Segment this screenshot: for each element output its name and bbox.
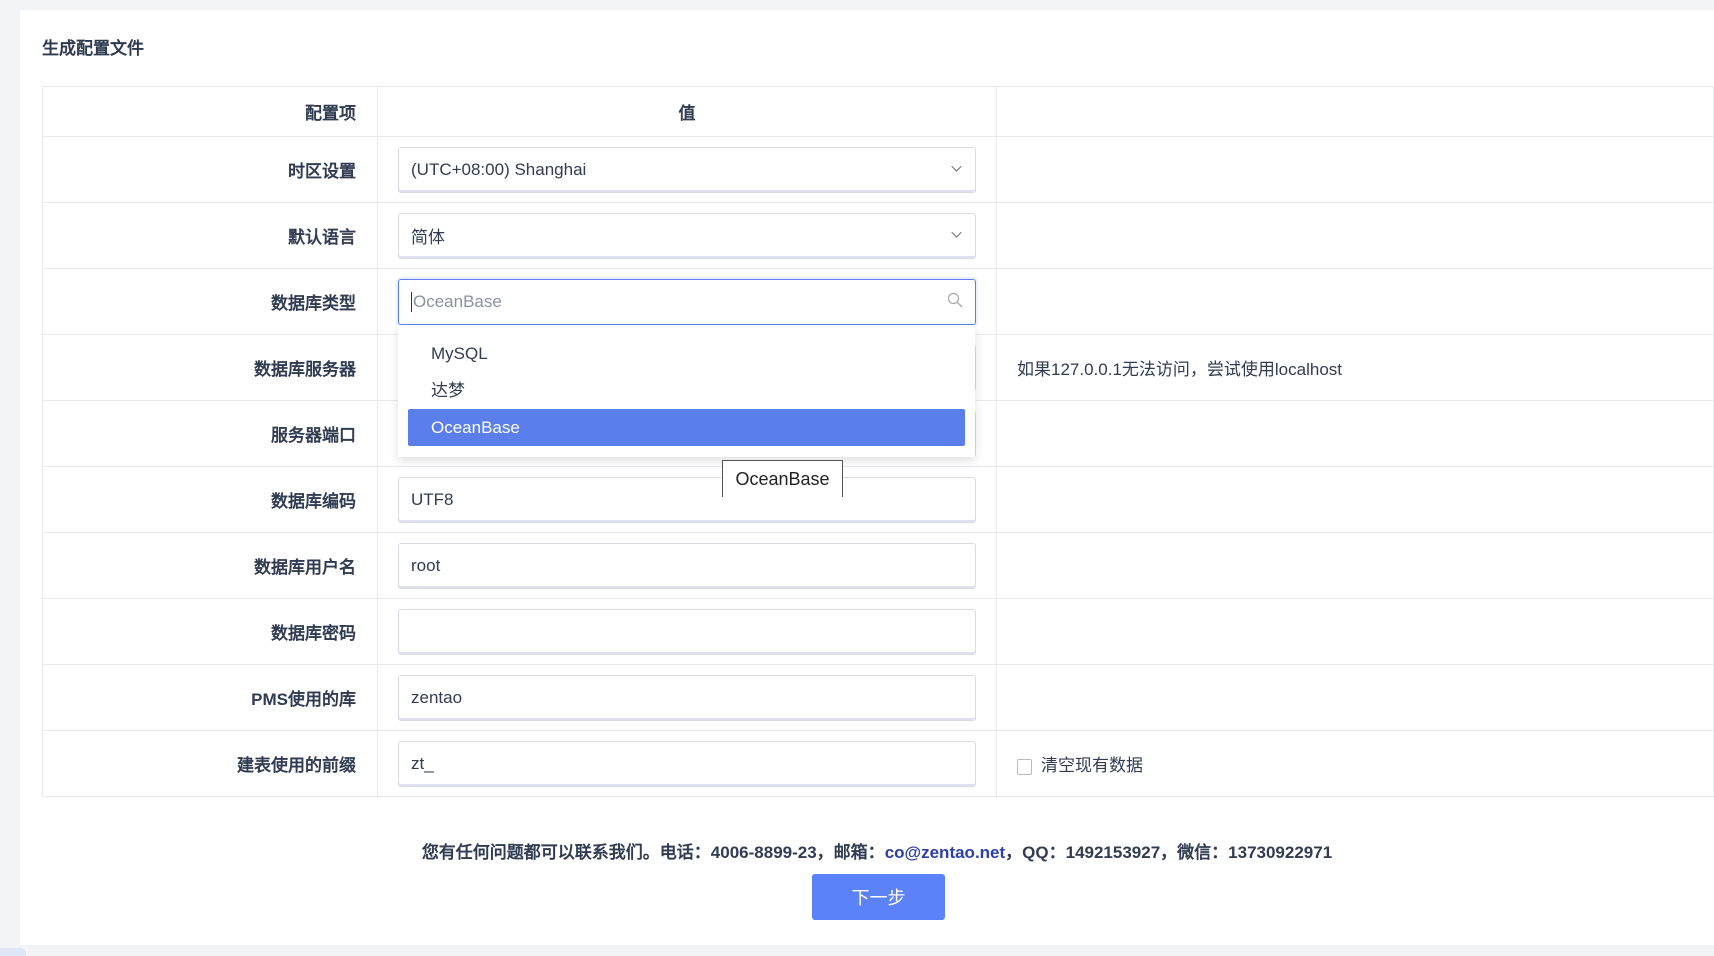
prefix-value: zt_ — [411, 753, 434, 773]
table-row: 数据库编码 UTF8 — [42, 466, 1714, 533]
password-label: 数据库密码 — [42, 598, 378, 665]
table-row: 默认语言 简体 — [42, 202, 1714, 269]
dbname-label: PMS使用的库 — [42, 664, 378, 731]
contact-info: 您有任何问题都可以联系我们。电话：4006-8899-23，邮箱：co@zent… — [20, 838, 1714, 863]
chevron-down-icon — [951, 226, 962, 238]
page-title: 生成配置文件 — [42, 39, 144, 58]
user-label: 数据库用户名 — [42, 532, 378, 599]
config-card: 生成配置文件 配置项 值 时区设置 (UTC+08:00) Shanghai 默… — [20, 10, 1714, 945]
prefix-input[interactable]: zt_ — [398, 740, 976, 787]
dbtype-placeholder: OceanBase — [413, 291, 502, 311]
clear-data-checkbox[interactable] — [1017, 758, 1032, 775]
language-value: 简体 — [411, 228, 445, 247]
encoding-input[interactable]: UTF8 — [398, 476, 976, 523]
dbname-input[interactable]: zentao — [398, 674, 976, 721]
user-input[interactable]: root — [398, 542, 976, 589]
timezone-label: 时区设置 — [42, 136, 378, 203]
dbhost-hint: 如果127.0.0.1无法访问，尝试使用localhost — [996, 334, 1714, 401]
option-mysql[interactable]: MySQL — [408, 335, 965, 372]
table-row: 时区设置 (UTC+08:00) Shanghai — [42, 136, 1714, 203]
dbport-label: 服务器端口 — [42, 400, 378, 467]
encoding-value: UTF8 — [411, 489, 454, 509]
dbtype-dropdown: MySQL 达梦 OceanBase — [398, 325, 975, 457]
dbtype-search-input[interactable]: OceanBase — [398, 278, 976, 325]
table-row: 建表使用的前缀 zt_ 清空现有数据 — [42, 730, 1714, 797]
table-header: 配置项 值 — [42, 86, 1714, 137]
language-label: 默认语言 — [42, 202, 378, 269]
tooltip: OceanBase — [722, 460, 843, 497]
option-dameng[interactable]: 达梦 — [408, 372, 965, 409]
user-value: root — [411, 555, 441, 575]
dbname-value: zentao — [411, 687, 463, 707]
table-row: PMS使用的库 zentao — [42, 664, 1714, 731]
scrollbar[interactable] — [0, 948, 26, 956]
next-button[interactable]: 下一步 — [812, 874, 945, 920]
prefix-label: 建表使用的前缀 — [42, 730, 378, 797]
encoding-label: 数据库编码 — [42, 466, 378, 533]
header-item: 配置项 — [42, 86, 378, 137]
dbtype-label: 数据库类型 — [42, 268, 378, 335]
option-oceanbase[interactable]: OceanBase — [408, 409, 965, 446]
chevron-down-icon — [951, 160, 962, 172]
contact-text: 您有任何问题都可以联系我们。电话：4006-8899-23，邮箱： — [421, 843, 885, 862]
contact-text-2: ，QQ：1492153927，微信：13730922971 — [1005, 843, 1333, 862]
timezone-select[interactable]: (UTC+08:00) Shanghai — [398, 146, 976, 193]
language-select[interactable]: 简体 — [398, 212, 976, 259]
email-link[interactable]: co@zentao.net — [885, 843, 1005, 862]
dbhost-label: 数据库服务器 — [42, 334, 378, 401]
table-row: 数据库用户名 root — [42, 532, 1714, 599]
clear-data-label[interactable]: 清空现有数据 — [1041, 756, 1143, 775]
password-input[interactable] — [398, 608, 976, 655]
timezone-value: (UTC+08:00) Shanghai — [411, 159, 587, 179]
table-row: 数据库密码 — [42, 598, 1714, 665]
search-icon — [947, 292, 963, 307]
header-value: 值 — [377, 86, 997, 137]
